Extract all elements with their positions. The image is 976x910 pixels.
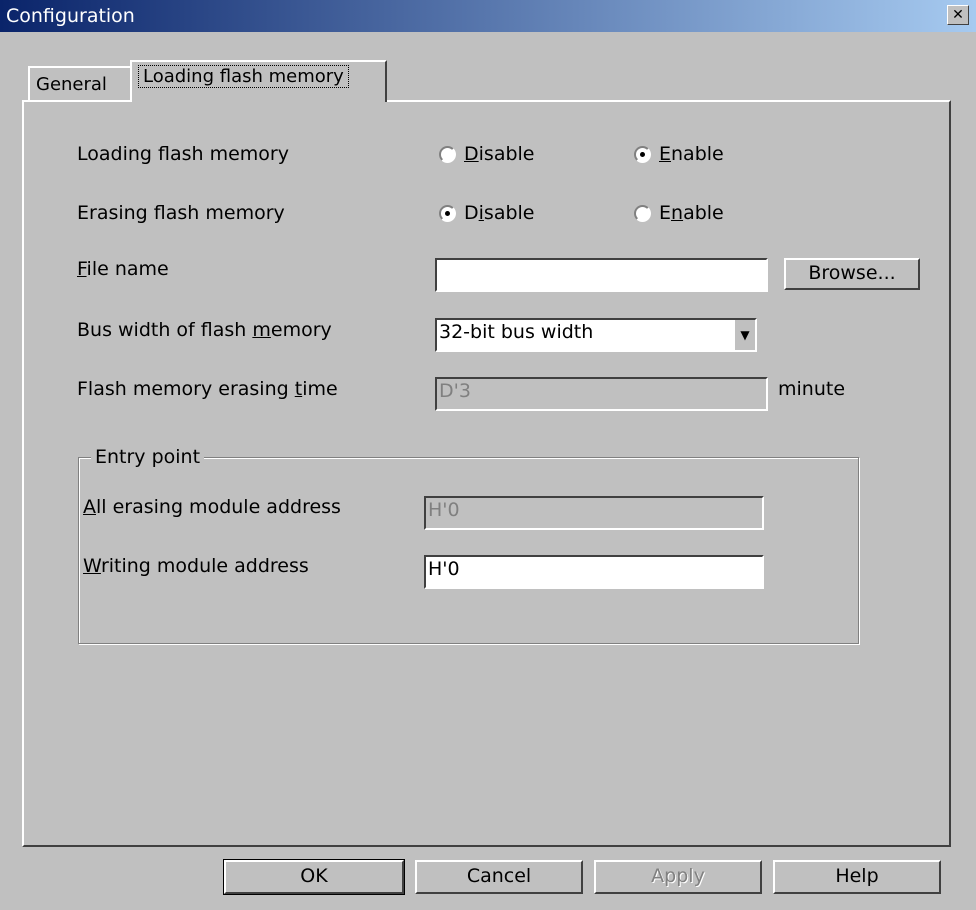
- loading-flash-enable-radio[interactable]: Enable: [634, 143, 724, 165]
- title-bar: Configuration ✕: [0, 0, 976, 32]
- file-name-input[interactable]: [435, 258, 768, 292]
- radio-label: Disable: [464, 143, 535, 165]
- radio-icon: [634, 205, 651, 222]
- radio-checked-icon: [439, 205, 456, 222]
- radio-label: Disable: [464, 202, 535, 224]
- ok-button[interactable]: OK: [223, 859, 405, 895]
- radio-label: Enable: [659, 202, 724, 224]
- writing-input[interactable]: H'0: [424, 555, 764, 589]
- erasing-flash-label: Erasing flash memory: [77, 202, 285, 224]
- erasing-time-unit: minute: [778, 378, 846, 400]
- erasing-flash-disable-radio[interactable]: Disable: [439, 202, 535, 224]
- file-name-label: File name: [77, 258, 169, 280]
- loading-flash-label: Loading flash memory: [77, 143, 289, 165]
- erasing-flash-enable-radio[interactable]: Enable: [634, 202, 724, 224]
- entry-point-group: Entry point All erasing module address H…: [78, 446, 859, 644]
- writing-label: Writing module address: [83, 555, 309, 577]
- entry-point-title: Entry point: [91, 446, 205, 468]
- loading-flash-disable-radio[interactable]: Disable: [439, 143, 535, 165]
- radio-label: Enable: [659, 143, 724, 165]
- close-button[interactable]: ✕: [947, 5, 969, 25]
- apply-button[interactable]: Apply: [594, 860, 762, 894]
- radio-icon: [439, 146, 456, 163]
- browse-button[interactable]: Browse...: [784, 258, 920, 290]
- radio-checked-icon: [634, 146, 651, 163]
- help-button[interactable]: Help: [773, 860, 941, 894]
- tab-loading-flash-memory[interactable]: Loading flash memory: [130, 60, 387, 102]
- erasing-time-input: D'3: [435, 377, 768, 411]
- chevron-down-icon[interactable]: ▼: [733, 320, 755, 350]
- close-icon: ✕: [952, 7, 964, 23]
- bus-width-select[interactable]: 32-bit bus width ▼: [435, 318, 757, 352]
- tab-label: Loading flash memory: [138, 65, 349, 88]
- all-erasing-label: All erasing module address: [83, 496, 341, 518]
- erasing-time-label: Flash memory erasing time: [77, 378, 338, 400]
- cancel-button[interactable]: Cancel: [415, 860, 583, 894]
- tab-general[interactable]: General: [28, 66, 132, 100]
- all-erasing-input: H'0: [424, 496, 764, 530]
- bus-width-value: 32-bit bus width: [439, 321, 594, 343]
- window-title: Configuration: [6, 5, 135, 27]
- tab-panel: Loading flash memory Disable Enable Eras…: [22, 100, 951, 847]
- bus-width-label: Bus width of flash memory: [77, 319, 332, 341]
